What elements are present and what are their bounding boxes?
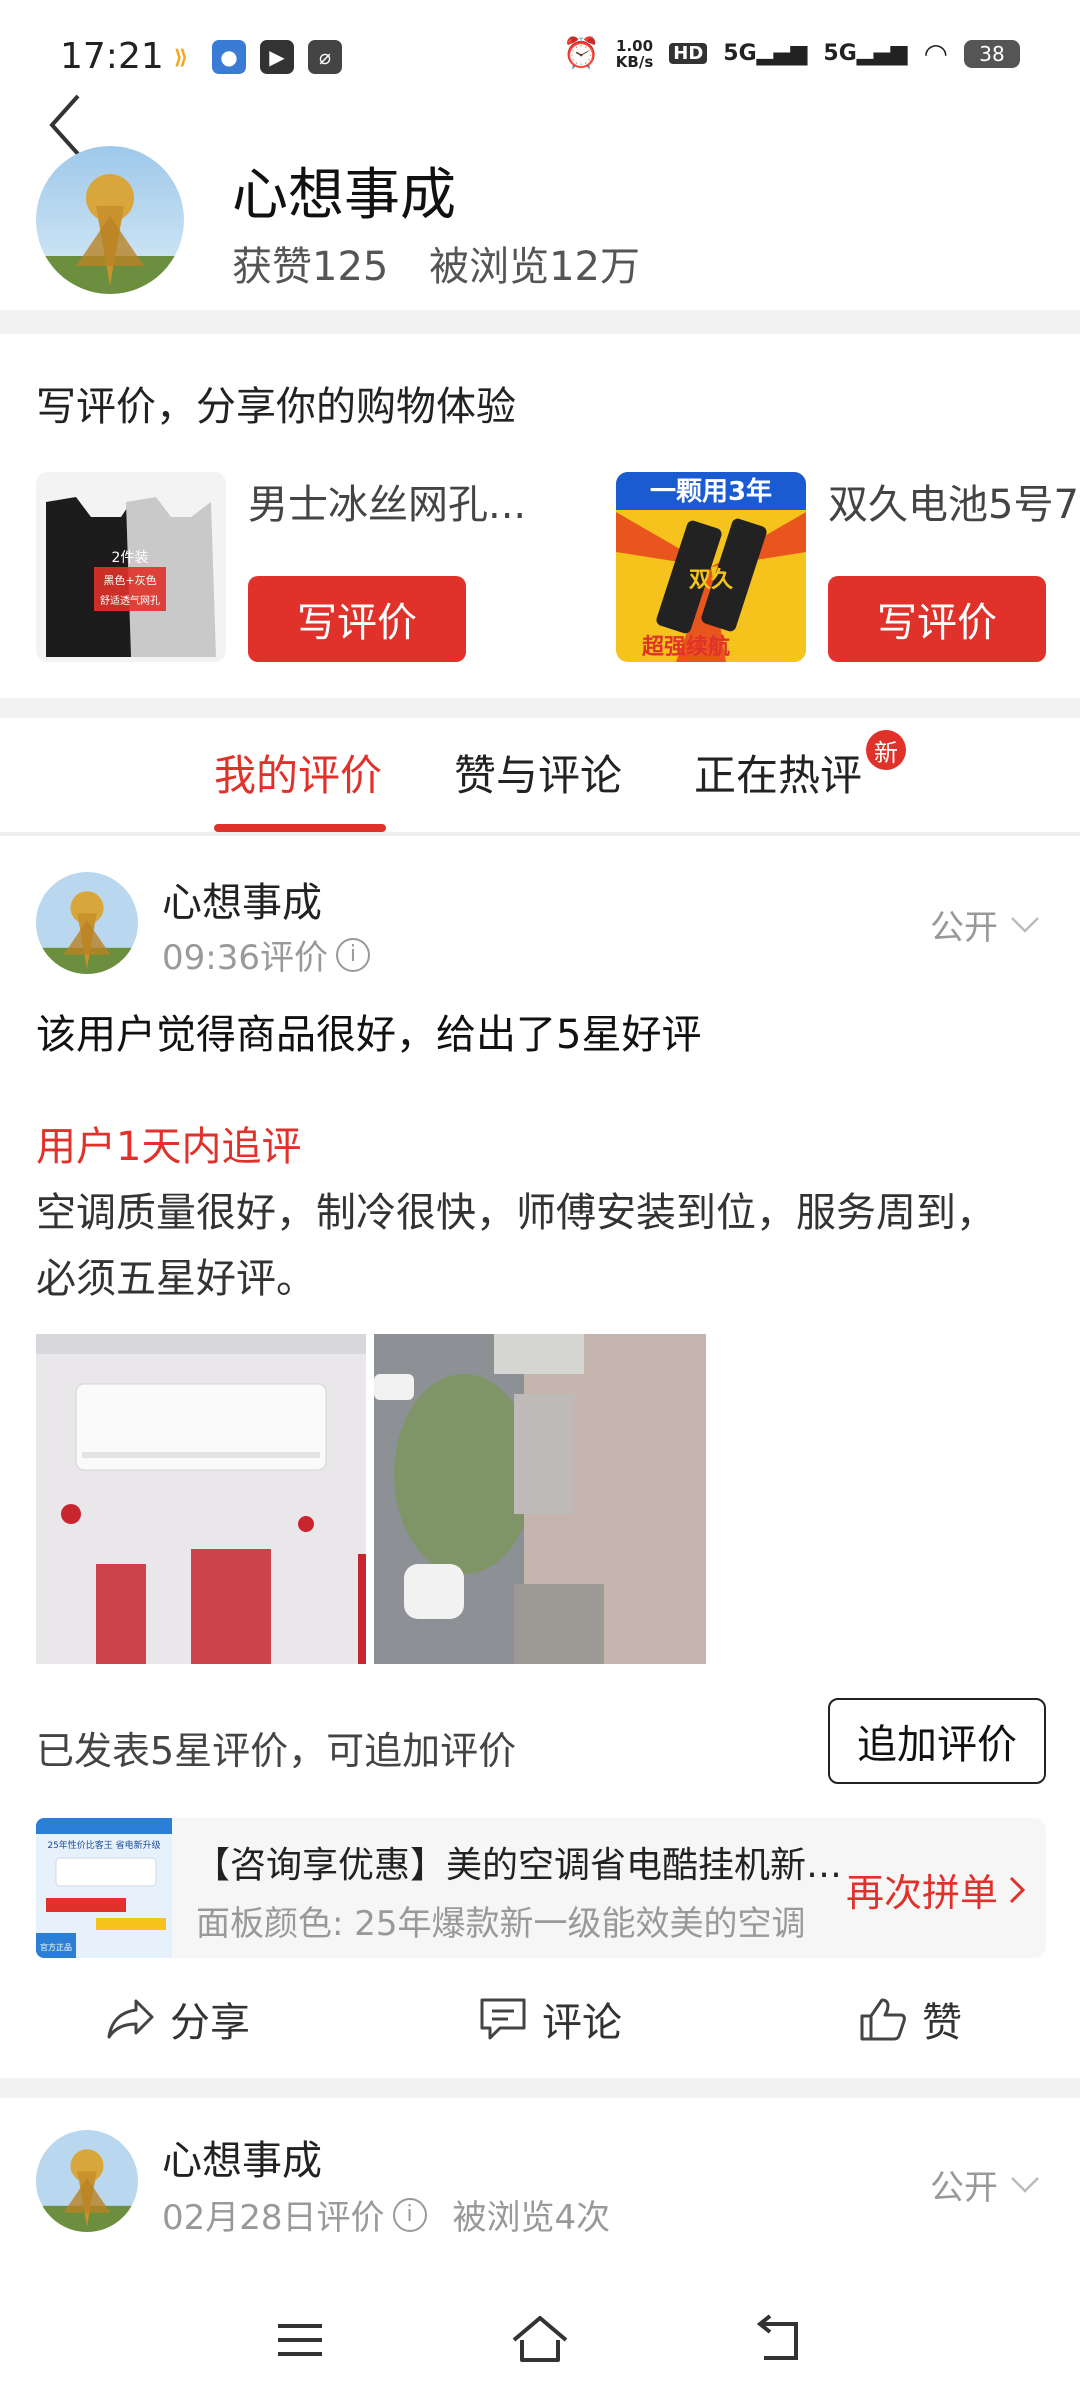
wifi-icon: ◠ <box>923 37 948 70</box>
new-badge: 新 <box>866 730 906 770</box>
share-button[interactable]: 分享 <box>106 1990 250 2048</box>
menu-icon[interactable] <box>270 2310 330 2370</box>
svg-text:超强续航: 超强续航 <box>642 634 730 660</box>
review-username: 心想事成 <box>162 2138 322 2184</box>
svg-text:双久: 双久 <box>689 567 733 593</box>
review-summary: 该用户觉得商品很好，给出了5星好评 <box>36 1012 702 1058</box>
app-notification-icon: ⟫ <box>173 45 189 69</box>
rebuy-button[interactable]: 再次拼单 <box>846 1862 1026 1917</box>
write-review-button[interactable]: 写评价 <box>828 576 1046 662</box>
svg-text:一颗用3年: 一颗用3年 <box>650 476 772 507</box>
share-icon <box>107 1999 154 2039</box>
svg-text:舒适透气网孔: 舒适透气网孔 <box>100 594 160 607</box>
review-views: 被浏览4次 <box>452 2198 611 2238</box>
svg-text:黑色+灰色: 黑色+灰色 <box>103 573 156 587</box>
order-product-spec: 面板颜色: 25年爆款新一级能效美的空调 <box>196 1904 806 1944</box>
info-icon[interactable]: i <box>335 937 370 972</box>
comment-button[interactable]: 评论 <box>478 1990 622 2048</box>
chevron-down-icon <box>1011 2176 1039 2193</box>
signal-5g-icon: 5G▂▄▆ <box>723 41 808 66</box>
signal-5g-icon: 5G▂▄▆ <box>823 41 908 66</box>
section-divider <box>0 834 1080 836</box>
active-tab-indicator <box>214 824 386 832</box>
thumbs-up-icon <box>860 1998 906 2041</box>
network-speed: 1.00 KB/s <box>615 36 654 71</box>
add-review-button[interactable]: 追加评价 <box>828 1698 1046 1784</box>
review-tabs: 我的评价 赞与评论 正在热评 <box>0 720 1080 834</box>
review-actions: 分享 评论 赞 <box>0 1990 1080 2070</box>
follow-up-title: 用户1天内追评 <box>36 1124 302 1170</box>
status-bar: 17:21 ⟫ ● ▶ ⌀ ⏰ 1.00 KB/s HD 5G▂▄▆ 5G▂▄▆… <box>0 0 1080 110</box>
visibility-dropdown[interactable]: 公开 <box>930 2160 1040 2209</box>
tab-my-reviews[interactable]: 我的评价 <box>214 742 382 803</box>
review-username: 心想事成 <box>162 880 322 926</box>
chevron-right-icon <box>1009 1876 1026 1903</box>
like-button[interactable]: 赞 <box>858 1990 962 2048</box>
back-icon[interactable] <box>44 90 84 160</box>
svg-text:官方正品: 官方正品 <box>40 1942 72 1952</box>
profile-avatar[interactable] <box>36 146 184 294</box>
section-divider <box>0 2078 1080 2098</box>
posted-note: 已发表5星评价，可追加评价 <box>36 1729 517 1773</box>
likes-count: 获赞125 <box>232 244 389 290</box>
write-review-title: 写评价，分享你的购物体验 <box>36 384 516 430</box>
alarm-icon: ⏰ <box>562 36 600 71</box>
app-notification-icon: ● <box>212 40 246 74</box>
profile-stats: 获赞125 被浏览12万 <box>232 234 668 292</box>
views-count: 被浏览12万 <box>429 244 640 290</box>
review-avatar[interactable] <box>36 2130 138 2232</box>
tab-hot-reviews[interactable]: 正在热评 <box>694 742 862 803</box>
product-name[interactable]: 双久电池5号7 <box>828 472 1080 530</box>
app-notification-icon: ⌀ <box>308 40 342 74</box>
product-image[interactable]: 一颗用3年 双久 超强续航 <box>616 472 806 662</box>
comment-icon <box>480 1998 526 2040</box>
follow-up-text: 空调质量很好，制冷很快，师傅安装到位，服务周到，必须五星好评。 <box>36 1190 996 1302</box>
svg-text:2件装: 2件装 <box>112 550 149 566</box>
order-product-card[interactable]: 25年性价比客王 省电新升级 官方正品 【咨询享优惠】美的空调省电酷挂机新一级能… <box>36 1818 1046 1958</box>
system-nav-bar <box>0 2280 1080 2400</box>
order-product-title[interactable]: 【咨询享优惠】美的空调省电酷挂机新一级能效 <box>194 1836 844 1888</box>
battery-icon: 38 <box>964 39 1020 68</box>
notification-icons: ⟫ ● ▶ ⌀ <box>164 40 342 74</box>
info-icon[interactable]: i <box>392 2197 427 2232</box>
section-divider <box>0 698 1080 718</box>
pending-review-product[interactable]: 一颗用3年 双久 超强续航 双久电池5号7 写评价 <box>616 472 1080 662</box>
visibility-dropdown[interactable]: 公开 <box>930 900 1040 949</box>
video-app-icon: ▶ <box>260 40 294 74</box>
section-divider <box>0 310 1080 334</box>
back-nav-icon[interactable] <box>750 2310 810 2370</box>
hd-icon: HD <box>669 43 708 64</box>
pending-review-product[interactable]: 2件装 黑色+灰色 舒适透气网孔 男士冰丝网孔... 写评价 <box>36 472 596 662</box>
tab-likes-comments[interactable]: 赞与评论 <box>454 742 622 803</box>
review-time: 02月28日评价 i 被浏览4次 <box>162 2190 610 2239</box>
review-avatar[interactable] <box>36 872 138 974</box>
order-product-image[interactable]: 25年性价比客王 省电新升级 官方正品 <box>36 1818 172 1958</box>
home-icon[interactable] <box>510 2310 570 2370</box>
review-time: 09:36评价 i <box>162 930 370 979</box>
profile-name: 心想事成 <box>232 163 456 228</box>
product-image[interactable]: 2件装 黑色+灰色 舒适透气网孔 <box>36 472 226 662</box>
review-photo[interactable] <box>374 1334 706 1664</box>
status-time: 17:21 <box>60 36 164 77</box>
chevron-down-icon <box>1011 916 1039 933</box>
status-indicators: ⏰ 1.00 KB/s HD 5G▂▄▆ 5G▂▄▆ ◠ 38 <box>562 36 1020 71</box>
review-photo[interactable] <box>36 1334 366 1664</box>
product-name[interactable]: 男士冰丝网孔... <box>248 472 548 530</box>
write-review-button[interactable]: 写评价 <box>248 576 466 662</box>
svg-text:25年性价比客王 省电新升级: 25年性价比客王 省电新升级 <box>47 1839 160 1851</box>
